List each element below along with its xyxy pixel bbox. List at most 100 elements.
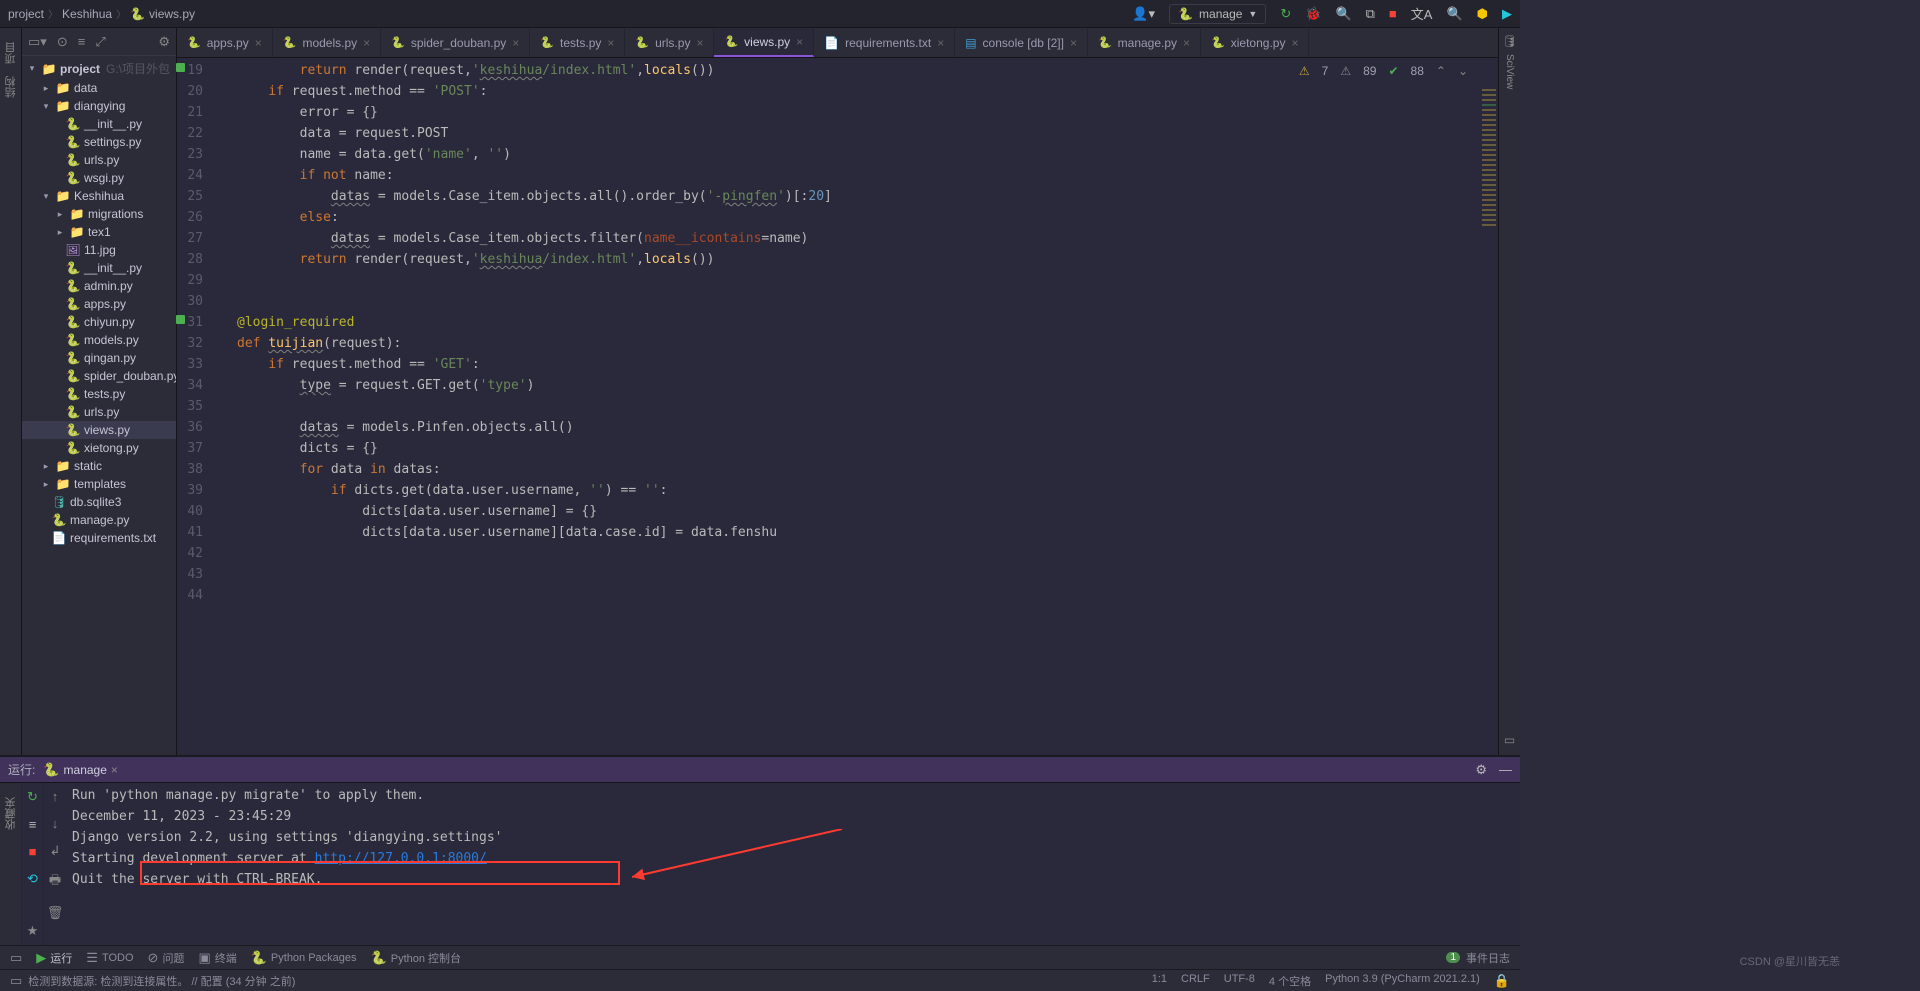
tree-file[interactable]: 🖼11.jpg — [22, 241, 176, 259]
tab-tests[interactable]: 🐍tests.py× — [530, 28, 625, 57]
server-url-link[interactable]: http://127.0.0.1:8000/ — [315, 851, 487, 866]
favorites-tool-tab[interactable]: 收藏夹 — [1, 791, 21, 836]
tree-file[interactable]: 🐍models.py — [22, 331, 176, 349]
run-config-dropdown[interactable]: 🐍 manage ▼ — [1169, 4, 1266, 24]
terminal-tool-button[interactable]: ▣终端 — [198, 950, 236, 966]
lock-icon[interactable]: 🔒 — [1494, 973, 1510, 989]
close-icon[interactable]: × — [696, 36, 703, 50]
close-icon[interactable]: × — [796, 35, 803, 49]
rerun-icon[interactable]: ↻ — [1280, 6, 1291, 22]
database-tool-icon[interactable]: 🛢 — [1502, 34, 1517, 48]
breadcrumb-package[interactable]: Keshihua — [62, 7, 112, 21]
gear-icon[interactable]: ⚙ — [1475, 762, 1487, 778]
breadcrumb-project[interactable]: project — [8, 7, 44, 21]
codewithme-icon[interactable]: ▶ — [1502, 6, 1512, 22]
coverage-icon[interactable]: ⧉ — [1366, 6, 1375, 22]
locate-icon[interactable]: ⊙ — [57, 34, 68, 50]
tree-file[interactable]: 🐍views.py — [22, 421, 176, 439]
print-icon[interactable]: 🖶 — [49, 871, 61, 893]
soft-wrap-icon[interactable]: ↲ — [50, 843, 61, 859]
tree-folder[interactable]: ▸📁migrations — [22, 205, 176, 223]
console-output[interactable]: Run 'python manage.py migrate' to apply … — [66, 783, 1520, 945]
tab-xietong[interactable]: 🐍xietong.py× — [1201, 28, 1309, 57]
minimize-icon[interactable]: — — [1499, 762, 1512, 778]
tree-folder[interactable]: ▾📁Keshihua — [22, 187, 176, 205]
close-icon[interactable]: × — [1291, 36, 1298, 50]
python-console-button[interactable]: 🐍Python 控制台 — [371, 950, 462, 966]
project-tool-tab[interactable]: 项目 — [1, 36, 21, 70]
hide-all-icon[interactable]: ▭ — [10, 950, 22, 966]
tab-requirements[interactable]: 📄requirements.txt× — [814, 28, 955, 57]
clear-icon[interactable]: 🗑 — [47, 905, 64, 921]
event-log-button[interactable]: 事件日志 — [1466, 950, 1510, 966]
close-icon[interactable]: × — [937, 36, 944, 50]
close-icon[interactable]: × — [255, 36, 262, 50]
error-stripe[interactable] — [1480, 58, 1498, 755]
close-icon[interactable]: × — [1183, 36, 1190, 50]
collapse-icon[interactable]: ≡ — [78, 34, 86, 49]
tree-file[interactable]: 🐍admin.py — [22, 277, 176, 295]
tree-folder[interactable]: ▸📁data — [22, 79, 176, 97]
run-tool-button[interactable]: ▶运行 — [36, 950, 72, 966]
line-separator[interactable]: CRLF — [1181, 973, 1210, 989]
tree-file[interactable]: 🐍spider_douban.py — [22, 367, 176, 385]
tree-folder[interactable]: ▾📁diangying — [22, 97, 176, 115]
stop-icon[interactable]: ■ — [1389, 6, 1397, 21]
todo-tool-button[interactable]: ☰TODO — [86, 950, 133, 966]
tab-views[interactable]: 🐍views.py× — [714, 28, 814, 57]
tree-file[interactable]: 🐍tests.py — [22, 385, 176, 403]
tree-file[interactable]: 🐍apps.py — [22, 295, 176, 313]
settings-icon[interactable]: ≡ — [29, 817, 37, 832]
restart-icon[interactable]: ⟲ — [27, 871, 38, 887]
tree-file[interactable]: 🐍chiyun.py — [22, 313, 176, 331]
user-icon[interactable]: 👤▾ — [1132, 6, 1155, 22]
tree-folder[interactable]: ▸📁templates — [22, 475, 176, 493]
tab-spider[interactable]: 🐍spider_douban.py× — [381, 28, 530, 57]
tree-file[interactable]: 🛢db.sqlite3 — [22, 493, 176, 511]
translate-icon[interactable]: 文A — [1411, 4, 1433, 23]
tree-file[interactable]: 🐍urls.py — [22, 403, 176, 421]
tree-file[interactable]: 🐍__init__.py — [22, 259, 176, 277]
tree-root[interactable]: ▾ 📁 project G:\项目外包 — [22, 58, 176, 79]
chevron-up-icon[interactable]: ⌃ — [1436, 64, 1446, 78]
notifications-icon[interactable]: ▭ — [1504, 733, 1515, 747]
pin-icon[interactable]: ★ — [27, 923, 39, 939]
debug-icon[interactable]: 🔍 — [1335, 6, 1351, 22]
interpreter[interactable]: Python 3.9 (PyCharm 2021.2.1) — [1325, 973, 1480, 989]
sciview-tool-tab[interactable]: SciView — [1504, 54, 1515, 89]
close-icon[interactable]: × — [1070, 36, 1077, 50]
indent[interactable]: 4 个空格 — [1269, 973, 1311, 989]
close-icon[interactable]: × — [363, 36, 370, 50]
tree-file[interactable]: 🐍manage.py — [22, 511, 176, 529]
tree-file[interactable]: 🐍urls.py — [22, 151, 176, 169]
inspection-widget[interactable]: ⚠7 ⚠89 ✔88 ⌃ ⌄ — [1299, 64, 1468, 78]
tree-folder[interactable]: ▸📁tex1 — [22, 223, 176, 241]
python-packages-button[interactable]: 🐍Python Packages — [251, 950, 357, 966]
tab-models[interactable]: 🐍models.py× — [273, 28, 381, 57]
tool-window-icon[interactable]: ▭ — [10, 973, 22, 989]
bug-icon[interactable]: 🐞 — [1305, 6, 1321, 22]
tree-file[interactable]: 🐍wsgi.py — [22, 169, 176, 187]
project-view-icon[interactable]: ▭▾ — [28, 34, 47, 50]
run-tab[interactable]: 🐍 manage × — [43, 762, 118, 778]
close-icon[interactable]: × — [111, 763, 118, 777]
tree-file[interactable]: 🐍__init__.py — [22, 115, 176, 133]
editor[interactable]: ⚠7 ⚠89 ✔88 ⌃ ⌄ 19 20212223 24252627 2829… — [177, 58, 1498, 755]
tab-urls[interactable]: 🐍urls.py× — [625, 28, 714, 57]
up-icon[interactable]: ↑ — [52, 789, 59, 804]
tab-console[interactable]: ▤console [db [2]]× — [955, 28, 1088, 57]
rerun-icon[interactable]: ↻ — [27, 789, 38, 805]
close-icon[interactable]: × — [512, 36, 519, 50]
gear-icon[interactable]: ⚙ — [158, 34, 170, 50]
close-icon[interactable]: × — [607, 36, 614, 50]
encoding[interactable]: UTF-8 — [1224, 973, 1255, 989]
chevron-down-icon[interactable]: ⌄ — [1458, 64, 1468, 78]
tab-manage[interactable]: 🐍manage.py× — [1088, 28, 1201, 57]
tree-file[interactable]: 🐍settings.py — [22, 133, 176, 151]
expand-icon[interactable]: ⤢ — [95, 34, 105, 50]
structure-tool-tab[interactable]: 结构 — [1, 70, 21, 104]
breadcrumb-file[interactable]: views.py — [149, 7, 195, 21]
tree-file[interactable]: 🐍qingan.py — [22, 349, 176, 367]
caret-position[interactable]: 1:1 — [1152, 973, 1167, 989]
settings-icon[interactable]: ⬢ — [1477, 6, 1488, 22]
